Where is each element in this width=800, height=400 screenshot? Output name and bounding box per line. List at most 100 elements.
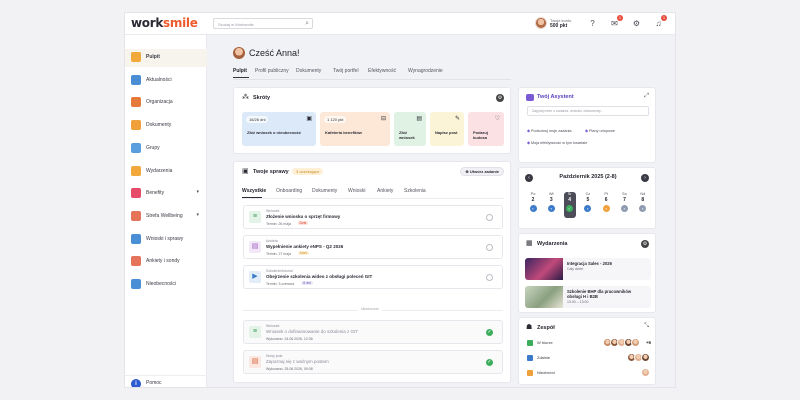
main-tab[interactable]: Twój portfel: [333, 68, 359, 74]
shortcut-tile[interactable]: ✎ Napisz post: [430, 112, 464, 146]
create-task-button[interactable]: ⊕ Utwórz zadanie: [460, 167, 504, 176]
task-title: Złożenie wniosku o sprzęt firmowy: [266, 214, 341, 219]
team-icon: ☗: [526, 324, 533, 331]
calendar-day[interactable]: Cz 5 ▪: [582, 192, 594, 218]
sidebar-item[interactable]: Grupy: [125, 140, 207, 158]
sidebar-item-label: Benefity: [146, 190, 165, 197]
task-item[interactable]: ≡ Wniosek Złożenie wniosku o sprzęt firmow…: [243, 205, 503, 229]
task-title: Zapoznaj się z ważnym postem: [266, 359, 329, 364]
account-widget[interactable]: Twoje konto 500 pkt: [535, 16, 583, 32]
task-item[interactable]: ▤ Nowy post Zapoznaj się z ważnym postem Wy…: [243, 350, 503, 374]
avatar-stack: [641, 368, 651, 378]
task-due: Wykonano: 25.06.2026, 09:08: [266, 367, 313, 371]
event-image: [525, 258, 563, 280]
team-row[interactable]: W biurze +6: [525, 337, 651, 349]
task-item[interactable]: ≡ Wniosek Wniosek o dofinansowanie do szko…: [243, 320, 503, 344]
sidebar-item[interactable]: Wydarzenia: [125, 163, 207, 181]
suggestion-chip[interactable]: ◆ Plany urlopowe: [585, 128, 615, 133]
task-complete-toggle[interactable]: [486, 214, 493, 221]
calendar-day[interactable]: So 7 ▪: [619, 192, 631, 218]
expand-icon[interactable]: ⤢: [644, 93, 649, 100]
sidebar-item-icon: [131, 256, 141, 267]
bell-icon[interactable]: ♫ 1: [653, 15, 667, 29]
main-tab[interactable]: Profil publiczny: [255, 68, 289, 74]
task-due: Termin: 27 maja: [266, 252, 291, 256]
account-points: 500 pkt: [550, 23, 568, 29]
team-row[interactable]: Nieobecni: [525, 367, 651, 379]
check-icon[interactable]: ✓: [486, 359, 493, 366]
main-tab[interactable]: Pulpit: [233, 68, 247, 74]
sidebar-item[interactable]: Nieobecności: [125, 276, 207, 294]
shortcut-tile[interactable]: ▤ Złóż wniosek: [394, 112, 426, 146]
task-complete-toggle[interactable]: [486, 244, 493, 251]
assistant-input[interactable]: Zapytaj mnie o zadania, wnioski, dokumen…: [527, 106, 649, 116]
shortcut-tile[interactable]: ♡ Podaruj kudosa: [468, 112, 504, 146]
shortcut-tile[interactable]: 1 120 pkt ⊟ Kafeteria benefitów: [320, 112, 390, 146]
tasks-tab[interactable]: Wnioski: [348, 188, 366, 194]
logo-text: work: [131, 16, 164, 30]
sidebar-item-icon: [131, 74, 141, 85]
help-icon[interactable]: ?: [587, 18, 598, 29]
sidebar-item-label: Wnioski i sprawy: [146, 235, 184, 242]
expand-icon[interactable]: ⤡: [644, 323, 649, 330]
more-count: +6: [645, 340, 651, 345]
task-category: Wniosek: [266, 324, 280, 328]
day-status-icon: ▪: [584, 205, 592, 212]
tasks-tab[interactable]: Onboarding: [276, 188, 302, 194]
sidebar-item[interactable]: Ankiety i sondy: [125, 253, 207, 271]
main-tab[interactable]: Efektywność: [368, 68, 396, 74]
task-complete-toggle[interactable]: [486, 274, 493, 281]
event-item[interactable]: Integracja Sales - 2026 Cały dzień: [525, 258, 651, 280]
task-due-badge: 6 dni: [301, 281, 313, 285]
gear-icon[interactable]: ⚙: [631, 18, 642, 29]
tasks-tab[interactable]: Szkolenia: [404, 188, 426, 194]
suggestion-chip[interactable]: ◆ Podsumuj moje zadania: [527, 128, 572, 133]
team-row[interactable]: Zdalnie: [525, 352, 651, 364]
sidebar-item[interactable]: Benefity ▾: [125, 185, 207, 203]
task-category: Wniosek: [266, 209, 280, 213]
task-item[interactable]: ▤ Ankieta Wypełnienie ankiety eNPS - Q2 20…: [243, 235, 503, 259]
tasks-tab[interactable]: Wszystkie: [242, 188, 266, 194]
tasks-tab[interactable]: Dokumenty: [312, 188, 337, 194]
calendar-day[interactable]: Śr 4 ✓: [563, 192, 576, 218]
calendar-day[interactable]: Po 2 ▪: [527, 192, 539, 218]
sidebar-item-help[interactable]: i Pomoc: [125, 375, 207, 387]
task-item[interactable]: ▶ Szkolenie/tutorial Obejrzenie szkolenia …: [243, 265, 503, 289]
day-number: 7: [623, 197, 626, 203]
task-icon: ▶: [249, 271, 261, 283]
next-week-button[interactable]: ›: [641, 174, 649, 182]
sidebar-item[interactable]: Organizacja: [125, 94, 207, 112]
help-label: Pomoc: [146, 380, 162, 386]
sidebar-item[interactable]: Pulpit: [125, 49, 207, 67]
calendar-day[interactable]: Nd 8 ▪: [637, 192, 649, 218]
active-tab-underline: [233, 77, 249, 78]
gear-icon[interactable]: ⚙: [496, 94, 504, 102]
sidebar-item-label: Organizacja: [146, 99, 173, 106]
shortcut-tile[interactable]: 16/26 dni ▣ Złóż wniosek o nieobecność: [242, 112, 316, 146]
sidebar-item[interactable]: Wnioski i sprawy: [125, 231, 207, 249]
gift-icon[interactable]: ✉ 1: [609, 15, 623, 29]
avatar: [641, 353, 650, 362]
sidebar-item-icon: [131, 97, 141, 108]
main-tab[interactable]: Dokumenty: [296, 68, 321, 74]
gear-icon[interactable]: ⚙: [641, 240, 649, 248]
sidebar-item[interactable]: Dokumenty: [125, 117, 207, 135]
day-number: 4: [568, 197, 571, 203]
suggestion-chip[interactable]: ◆ Moja efektywność w tym kwartale: [527, 140, 587, 145]
check-icon[interactable]: ✓: [486, 329, 493, 336]
sidebar-item[interactable]: Aktualności: [125, 72, 207, 90]
search-input[interactable]: Szukaj w Worksmile ⌕: [213, 18, 313, 29]
day-status-icon: ▪: [529, 205, 537, 212]
sidebar-item[interactable]: Strefa Wellbeing ▾: [125, 208, 207, 226]
event-item[interactable]: Szkolenie BHP dla pracowników obsługi H …: [525, 286, 651, 308]
tasks-card: ▣ Twoje sprawy 3 oczekujące ⊕ Utwórz zad…: [233, 161, 511, 383]
calendar-day[interactable]: Pt 6 ▪: [600, 192, 612, 218]
logo[interactable]: worksmile: [131, 16, 198, 30]
tasks-tab[interactable]: Ankiety: [377, 188, 393, 194]
calendar-icon: ▦: [526, 240, 533, 247]
main-tab[interactable]: Wynagrodzenie: [408, 68, 443, 74]
task-category: Ankieta: [266, 239, 278, 243]
day-status-icon: ▪: [547, 205, 555, 212]
calendar-day[interactable]: Wt 3 ▪: [545, 192, 557, 218]
day-number: 2: [531, 197, 535, 203]
